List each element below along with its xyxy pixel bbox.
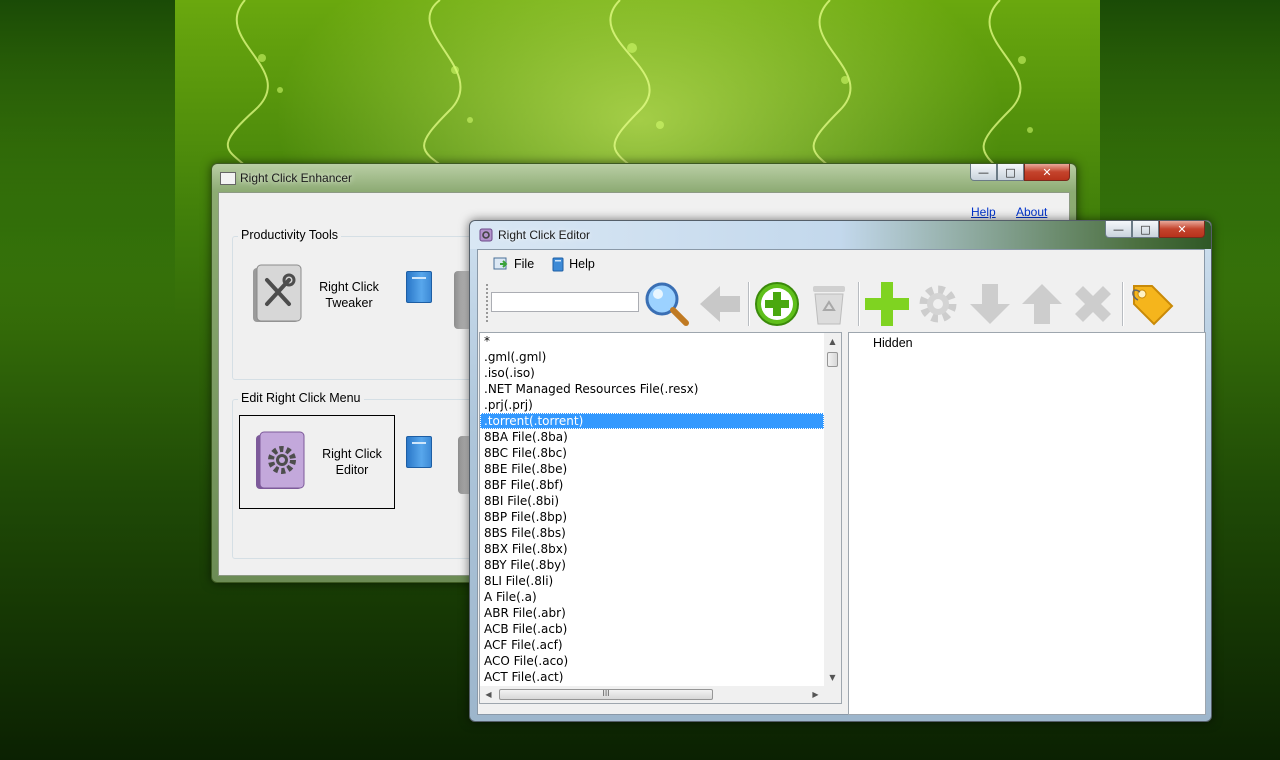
file-type-list[interactable]: * .gml(.gml) .iso(.iso) .NET Managed Resour… bbox=[480, 333, 824, 685]
minimize-icon: — bbox=[1113, 222, 1124, 236]
horizontal-scrollbar[interactable]: ◀ III ▶ bbox=[480, 686, 824, 703]
group-label: Productivity Tools bbox=[238, 228, 342, 242]
list-item[interactable]: ACO File(.aco) bbox=[480, 653, 824, 669]
help-book-icon bbox=[552, 257, 564, 271]
menu-file-label: File bbox=[514, 257, 535, 271]
editor-label: Right Click Editor bbox=[322, 447, 382, 477]
scroll-left-icon[interactable]: ◀ bbox=[480, 686, 497, 703]
back-arrow-icon[interactable] bbox=[696, 280, 744, 328]
scrollbar-corner bbox=[824, 686, 841, 703]
book-icon[interactable] bbox=[406, 271, 432, 303]
close-icon: ✕ bbox=[1042, 165, 1052, 179]
list-item[interactable]: 8BS File(.8bs) bbox=[480, 525, 824, 541]
move-up-icon[interactable] bbox=[1018, 280, 1066, 328]
maximize-button[interactable]: □ bbox=[997, 164, 1024, 181]
list-item[interactable]: .prj(.prj) bbox=[480, 397, 824, 413]
list-item[interactable]: ACT File(.act) bbox=[480, 669, 824, 685]
close-button[interactable]: ✕ bbox=[1024, 164, 1070, 181]
tweaker-label: Right Click Tweaker bbox=[319, 280, 379, 310]
minimize-button[interactable]: — bbox=[970, 164, 997, 181]
list-item[interactable]: 8BX File(.8bx) bbox=[480, 541, 824, 557]
gear-icon[interactable] bbox=[914, 280, 962, 328]
search-icon[interactable] bbox=[643, 280, 691, 328]
list-item[interactable]: 8LI File(.8li) bbox=[480, 573, 824, 589]
properties-pane: Hidden bbox=[848, 332, 1206, 715]
list-item[interactable]: ABR File(.abr) bbox=[480, 605, 824, 621]
list-item[interactable]: 8BY File(.8by) bbox=[480, 557, 824, 573]
menu-help[interactable]: Help bbox=[546, 255, 601, 274]
menu-bar: File Help bbox=[478, 250, 1204, 278]
add-circle-icon[interactable] bbox=[753, 280, 801, 328]
list-item[interactable]: .NET Managed Resources File(.resx) bbox=[480, 381, 824, 397]
group-label: Edit Right Click Menu bbox=[238, 391, 364, 405]
toolbar bbox=[478, 278, 1204, 330]
list-item[interactable]: ACF File(.acf) bbox=[480, 637, 824, 653]
add-plus-icon[interactable] bbox=[863, 280, 911, 328]
menu-help-label: Help bbox=[569, 257, 595, 271]
move-down-icon[interactable] bbox=[966, 280, 1014, 328]
editor-client-area: File Help * .gml(.gml) .iso(.iso) .NET M… bbox=[477, 249, 1206, 715]
recycle-bin-icon[interactable] bbox=[805, 280, 853, 328]
scroll-right-icon[interactable]: ▶ bbox=[807, 686, 824, 703]
right-click-editor-button[interactable]: Right Click Editor bbox=[239, 415, 395, 509]
scroll-up-icon[interactable]: ▲ bbox=[824, 333, 841, 350]
list-item[interactable]: 8BF File(.8bf) bbox=[480, 477, 824, 493]
menu-file[interactable]: File bbox=[487, 255, 540, 273]
maximize-icon: □ bbox=[1140, 222, 1151, 236]
list-item[interactable]: 8BA File(.8ba) bbox=[480, 429, 824, 445]
editor-app-icon bbox=[479, 228, 493, 242]
list-item[interactable]: 8BI File(.8bi) bbox=[480, 493, 824, 509]
partial-tool-icon[interactable] bbox=[454, 271, 470, 329]
list-item[interactable]: 8BC File(.8bc) bbox=[480, 445, 824, 461]
vertical-scroll-thumb[interactable] bbox=[827, 352, 838, 367]
list-item[interactable]: .torrent(.torrent) bbox=[480, 413, 824, 429]
toolbar-separator bbox=[1122, 282, 1124, 326]
horizontal-scroll-thumb[interactable]: III bbox=[499, 689, 713, 700]
minimize-icon: — bbox=[978, 165, 989, 179]
list-item[interactable]: * bbox=[480, 333, 824, 349]
enhancer-title: Right Click Enhancer bbox=[240, 171, 353, 185]
list-item[interactable]: ACB File(.acb) bbox=[480, 621, 824, 637]
maximize-button[interactable]: □ bbox=[1132, 221, 1159, 238]
property-hidden[interactable]: Hidden bbox=[873, 336, 913, 350]
minimize-button[interactable]: — bbox=[1105, 221, 1132, 238]
search-input[interactable] bbox=[491, 292, 639, 312]
file-type-list-pane: * .gml(.gml) .iso(.iso) .NET Managed Resour… bbox=[479, 332, 842, 704]
tag-icon[interactable] bbox=[1128, 280, 1176, 328]
file-menu-icon bbox=[493, 257, 508, 270]
about-link[interactable]: About bbox=[1016, 205, 1047, 219]
tweaker-tools-icon bbox=[253, 264, 302, 322]
book-icon[interactable] bbox=[406, 436, 432, 468]
list-item[interactable]: A File(.a) bbox=[480, 589, 824, 605]
vertical-scrollbar[interactable]: ▲ ▼ bbox=[824, 333, 841, 686]
close-icon: ✕ bbox=[1177, 222, 1187, 236]
list-item[interactable]: 8BP File(.8bp) bbox=[480, 509, 824, 525]
right-click-editor-window: Right Click Editor — □ ✕ File Help * .gm… bbox=[469, 220, 1212, 722]
app-icon bbox=[220, 172, 236, 185]
delete-x-icon[interactable] bbox=[1069, 280, 1117, 328]
editor-title-bar[interactable]: Right Click Editor — □ ✕ bbox=[470, 221, 1211, 249]
enhancer-title-bar[interactable]: Right Click Enhancer — □ ✕ bbox=[212, 164, 1076, 192]
toolbar-separator bbox=[858, 282, 860, 326]
toolbar-grip[interactable] bbox=[486, 284, 488, 324]
right-click-tweaker-button[interactable]: Right Click Tweaker bbox=[251, 264, 389, 326]
editor-title: Right Click Editor bbox=[498, 228, 591, 242]
close-button[interactable]: ✕ bbox=[1159, 221, 1205, 238]
help-link[interactable]: Help bbox=[971, 205, 996, 219]
list-item[interactable]: 8BE File(.8be) bbox=[480, 461, 824, 477]
editor-gear-icon bbox=[256, 431, 305, 489]
maximize-icon: □ bbox=[1005, 165, 1016, 179]
scroll-down-icon[interactable]: ▼ bbox=[824, 669, 841, 686]
list-item[interactable]: .gml(.gml) bbox=[480, 349, 824, 365]
toolbar-separator bbox=[748, 282, 750, 326]
list-item[interactable]: .iso(.iso) bbox=[480, 365, 824, 381]
